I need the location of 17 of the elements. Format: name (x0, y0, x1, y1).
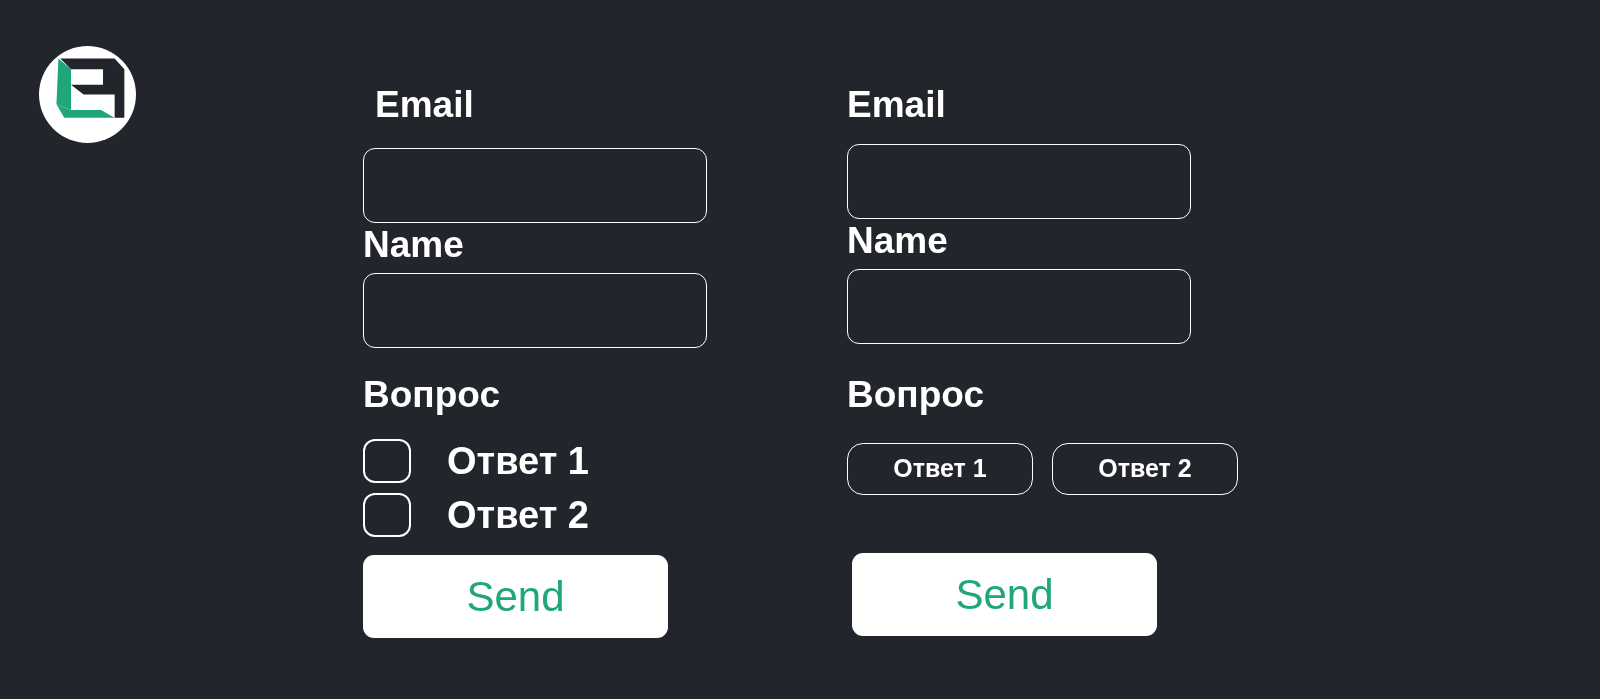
input-field[interactable] (363, 148, 707, 223)
answer-chip[interactable]: Ответ 2 (1052, 443, 1238, 495)
field-label: Email (847, 86, 946, 123)
checkbox[interactable] (363, 493, 411, 537)
checkbox[interactable] (363, 439, 411, 483)
question-label: Вопрос (363, 376, 500, 413)
question-label: Вопрос (847, 376, 984, 413)
answer-label: Ответ 2 (447, 496, 589, 534)
answer-label: Ответ 1 (447, 442, 589, 480)
field-label: Email (375, 86, 474, 123)
field-label: Name (363, 226, 464, 263)
input-field[interactable] (363, 273, 707, 348)
input-field[interactable] (847, 269, 1191, 344)
answer-chip[interactable]: Ответ 1 (847, 443, 1033, 495)
field-label: Name (847, 222, 948, 259)
input-field[interactable] (847, 144, 1191, 219)
logo-icon (39, 46, 136, 143)
